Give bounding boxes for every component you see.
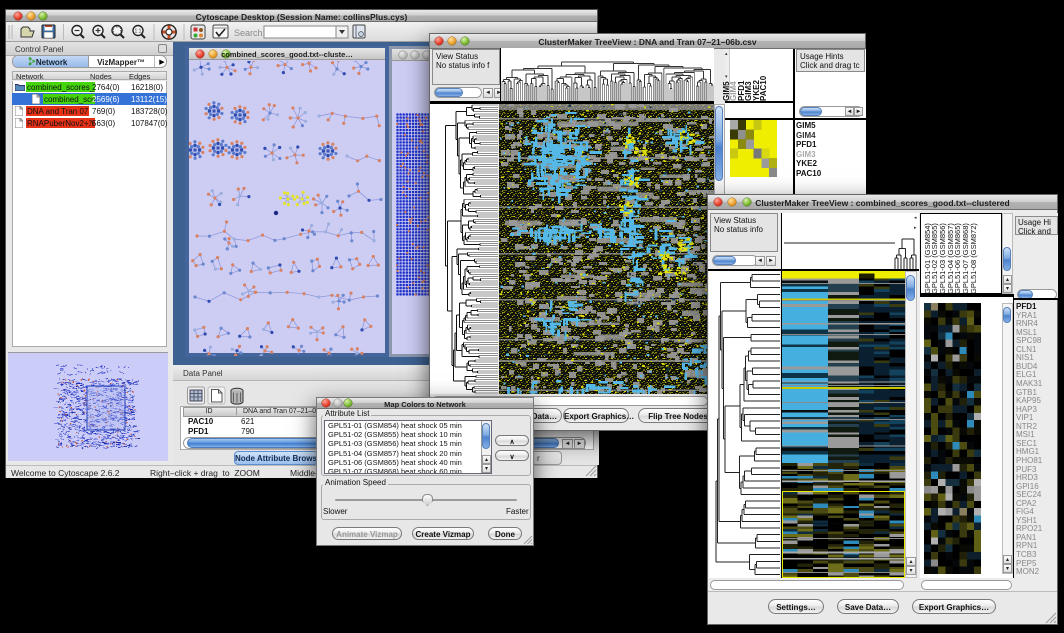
svg-text:1:1: 1:1 [135,29,142,35]
svg-text:Search:: Search: [234,28,265,38]
